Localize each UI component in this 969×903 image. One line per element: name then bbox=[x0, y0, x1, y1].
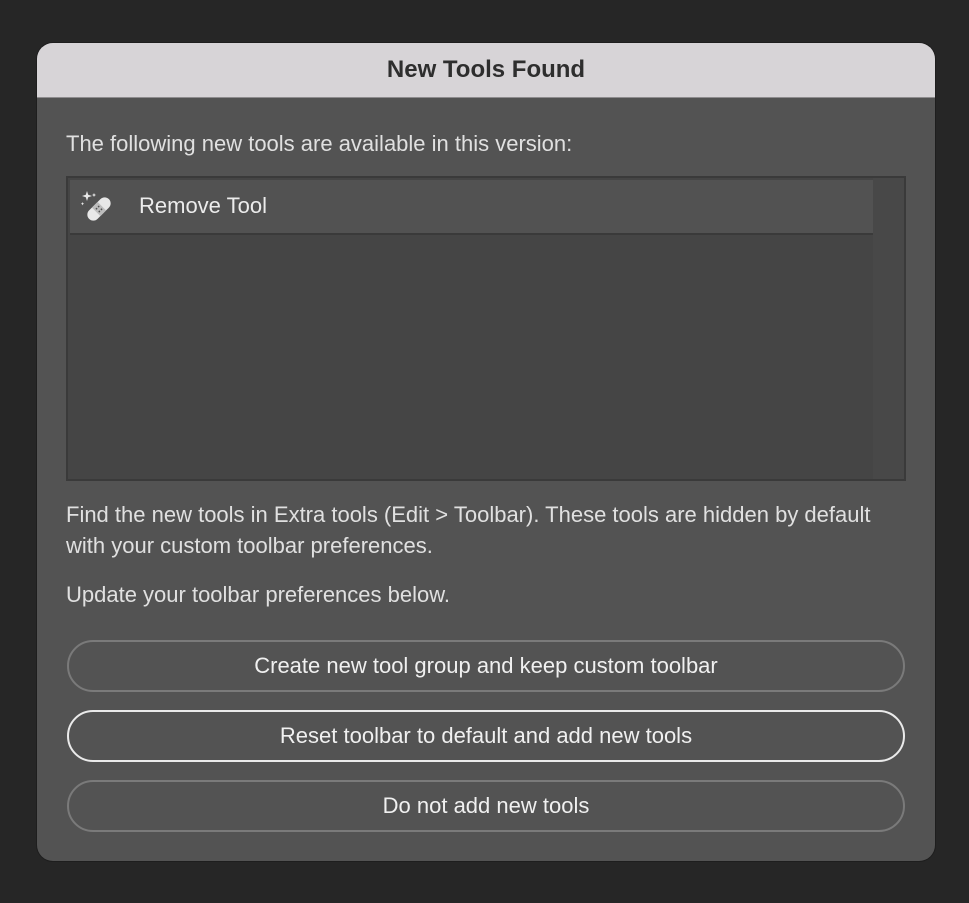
create-tool-group-button[interactable]: Create new tool group and keep custom to… bbox=[67, 640, 905, 692]
new-tools-dialog: New Tools Found The following new tools … bbox=[37, 43, 935, 861]
intro-text: The following new tools are available in… bbox=[66, 131, 573, 156]
bandage-sparkle-icon bbox=[80, 191, 111, 221]
tool-name: Remove Tool bbox=[139, 193, 267, 218]
info-text: Find the new tools in Extra tools (Edit … bbox=[66, 502, 871, 558]
list-scroll-track[interactable] bbox=[873, 178, 904, 479]
new-tools-list[interactable]: Remove Tool bbox=[66, 176, 906, 481]
reset-toolbar-button[interactable]: Reset toolbar to default and add new too… bbox=[67, 710, 905, 762]
update-text: Update your toolbar preferences below. bbox=[66, 582, 451, 607]
list-item[interactable]: Remove Tool bbox=[70, 180, 873, 235]
dialog-title: New Tools Found bbox=[386, 56, 586, 83]
dialog-titlebar: New Tools Found bbox=[37, 43, 935, 98]
do-not-add-button[interactable]: Do not add new tools bbox=[67, 780, 905, 832]
